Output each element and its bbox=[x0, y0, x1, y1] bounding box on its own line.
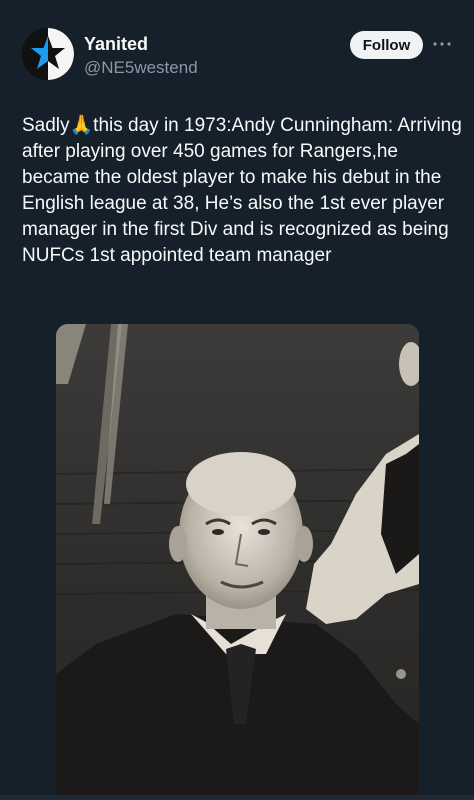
tweet-text: Sadly🙏this day in 1973:Andy Cunningham: … bbox=[22, 115, 462, 266]
tweet-photo[interactable] bbox=[56, 324, 419, 800]
more-options-icon[interactable] bbox=[432, 36, 452, 52]
tweet-header: Yanited @NE5westend Follow bbox=[0, 0, 474, 100]
author-handle[interactable]: @NE5westend bbox=[84, 58, 198, 78]
author-display-name[interactable]: Yanited bbox=[84, 34, 148, 55]
author-avatar[interactable] bbox=[22, 28, 74, 80]
divider bbox=[0, 795, 474, 800]
follow-button[interactable]: Follow bbox=[350, 31, 423, 59]
vintage-portrait-image bbox=[56, 324, 419, 800]
ellipsis-icon bbox=[433, 42, 451, 46]
star-avatar-icon bbox=[22, 28, 74, 80]
